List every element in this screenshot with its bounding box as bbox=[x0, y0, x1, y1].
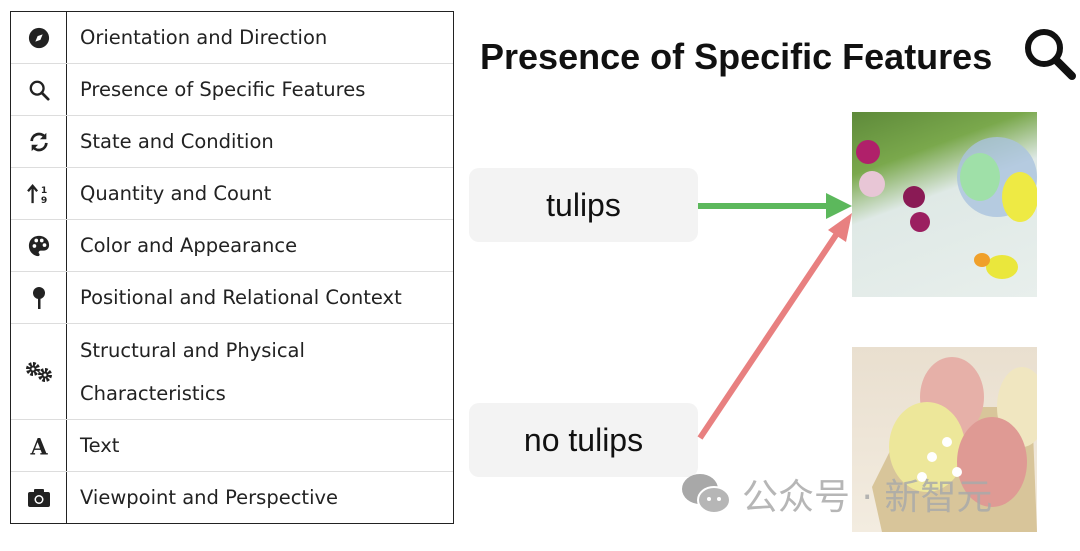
watermark-text: 公众号 · 新智元 bbox=[742, 477, 993, 518]
wechat-icon bbox=[682, 474, 731, 514]
negative-arrow bbox=[697, 230, 841, 440]
watermark: 公众号 · 新智元 bbox=[680, 468, 992, 520]
positive-arrowhead bbox=[826, 193, 852, 219]
